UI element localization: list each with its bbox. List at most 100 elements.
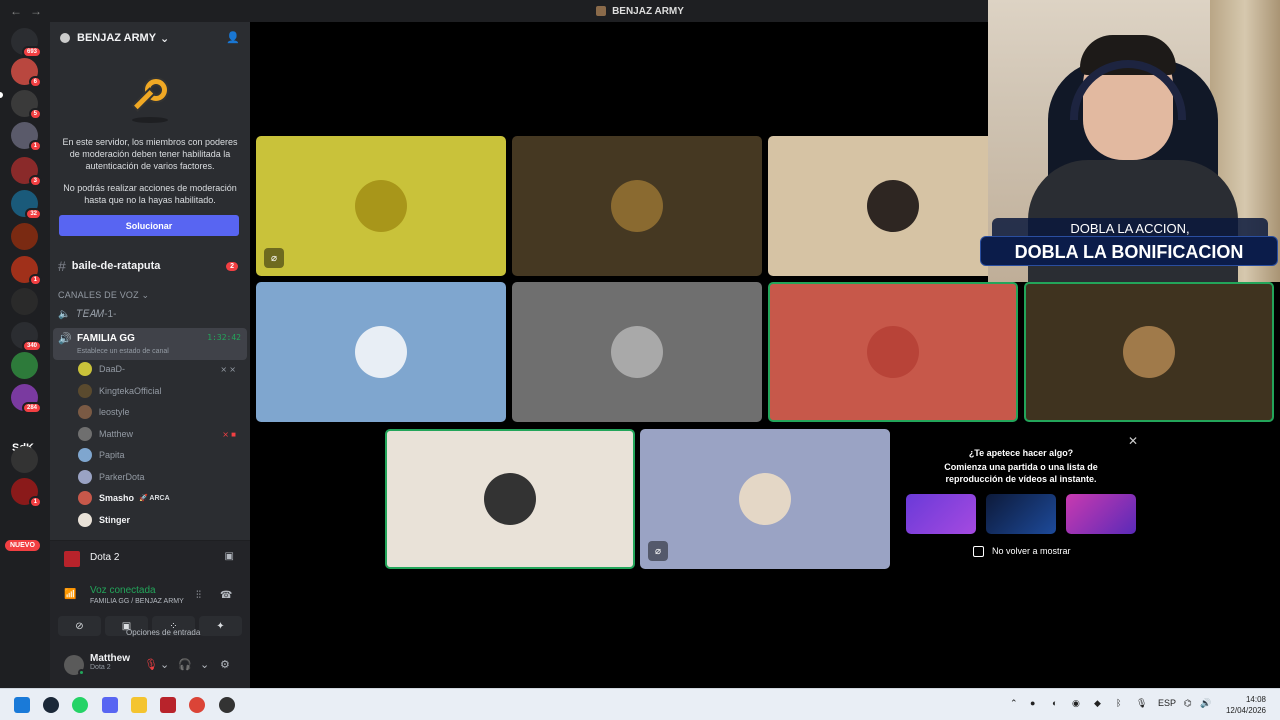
chevron-down-icon: ⌄ [160, 32, 170, 45]
stream-game-icon[interactable]: ▣ [225, 551, 234, 562]
video-tile[interactable] [512, 136, 762, 276]
user-status: Dota 2 [90, 664, 111, 671]
video-tile[interactable] [512, 282, 762, 422]
steam-icon[interactable] [43, 697, 59, 713]
app-icon[interactable] [219, 697, 235, 713]
voice-member[interactable]: Smasho 🚀 ARCA [78, 489, 242, 507]
voice-member[interactable]: Matthew ⨯ ■ [78, 425, 242, 443]
activity-prompt: ✕ ¿Te apetece hacer algo? Comienza una p… [896, 428, 1146, 568]
video-tile-speaking[interactable] [385, 429, 635, 569]
camera-off-icon[interactable]: ⊘ [58, 616, 101, 636]
server-avatar-8[interactable] [11, 288, 38, 315]
microphone-icon[interactable]: 🎙 [1136, 698, 1147, 709]
volume-icon[interactable]: 🔊 [1200, 698, 1211, 709]
chevron-down-icon[interactable]: ⌄ [200, 658, 209, 671]
voice-member[interactable]: ParkerDota [78, 468, 242, 486]
server-avatar-6[interactable] [11, 223, 38, 250]
file-explorer-icon[interactable] [131, 697, 147, 713]
voice-member[interactable]: Papita [78, 446, 242, 464]
rail-badge: 1 [28, 496, 42, 508]
start-icon[interactable] [14, 697, 30, 713]
windows-taskbar: ⌃ ● ◐ ◉ ◆ ᛒ 🎙 ESP ⌬ 🔊 14:08 12/04/2026 [0, 688, 1280, 720]
video-tile[interactable]: ⌀ [256, 136, 506, 276]
whatsapp-icon[interactable] [72, 697, 88, 713]
fix-button[interactable]: Solucionar [59, 215, 239, 236]
server-header[interactable]: BENJAZ ARMY ⌄ 👤 [50, 22, 250, 54]
server-avatar-10[interactable]: 284 [11, 384, 42, 414]
tray-icon[interactable]: ◆ [1094, 698, 1101, 709]
member-tag: 🚀 ARCA [139, 494, 170, 502]
voice-connected-label[interactable]: Voz conectada [90, 585, 156, 596]
server-name: BENJAZ ARMY [77, 32, 157, 44]
video-tile[interactable]: ⌀ [640, 429, 890, 569]
server-avatar-11[interactable] [11, 446, 38, 473]
server-avatar-2[interactable]: 5 [11, 90, 42, 120]
server-folder-1[interactable]: 340 [11, 322, 42, 352]
network-icon[interactable]: ⌬ [1184, 698, 1192, 709]
server-avatar-1[interactable]: 6 [11, 58, 42, 88]
voice-member[interactable]: KingtekaOfficial [78, 382, 242, 400]
chevron-up-icon[interactable]: ⌃ [1010, 698, 1018, 709]
new-badge[interactable]: NUEVO [5, 540, 40, 551]
text-channel[interactable]: # baile-de-rataputa 2 [58, 256, 242, 276]
disconnect-icon[interactable]: ☎ [220, 590, 232, 601]
soundboard-icon[interactable]: ✦ [199, 616, 242, 636]
active-voice-channel[interactable]: 🔊 FAMILIA GG 1:32:42 Establece un estado… [53, 328, 247, 360]
voice-member[interactable]: Stinger [78, 511, 242, 529]
voice-category[interactable]: CANALES DE VOZ ⌄ [58, 290, 149, 301]
rocket-icon: 🚀 [139, 495, 148, 502]
noise-suppression-icon[interactable]: ⫶⫶ [196, 590, 201, 601]
settings-gear-icon[interactable]: ⚙ [220, 658, 230, 671]
tray-icon[interactable]: ◐ [1052, 698, 1057, 708]
channel-status-prompt[interactable]: Establece un estado de canal [77, 348, 169, 355]
signal-icon[interactable]: 📶 [64, 589, 76, 600]
chevron-down-icon[interactable]: ⌄ [160, 658, 169, 671]
video-tile-speaking[interactable] [768, 282, 1018, 422]
dota-taskbar-icon[interactable] [160, 697, 176, 713]
member-tag-text: ARCA [149, 495, 170, 502]
activity-thumbnail-rythm[interactable] [986, 494, 1056, 534]
voice-channel-name: 𝑇𝐸𝐴𝑀-1- [76, 309, 117, 320]
server-avatar-7[interactable]: 1 [11, 256, 42, 286]
voice-location[interactable]: FAMILIA GG / BENJAZ ARMY [90, 598, 184, 605]
activity-thumbnail-valorant[interactable] [1066, 494, 1136, 534]
date: 12/04/2026 [1225, 706, 1266, 715]
server-avatar-4[interactable]: 3 [11, 157, 42, 187]
tray-icon[interactable]: ● [1030, 698, 1035, 708]
user-name[interactable]: Matthew [90, 653, 130, 664]
user-panel: Matthew Dota 2 🎙 ⌄ 🎧 ⌄ ⚙ [50, 646, 250, 688]
back-arrow-icon[interactable]: ← [10, 4, 22, 18]
server-avatar-5[interactable]: 32 [11, 190, 42, 220]
close-icon[interactable]: ✕ [1128, 434, 1138, 448]
voice-channel-team[interactable]: 🔈 𝑇𝐸𝐴𝑀-1- [58, 309, 116, 320]
voice-category-label: CANALES DE VOZ [58, 290, 139, 300]
video-tile-speaking[interactable] [1024, 282, 1274, 422]
member-name: Matthew [99, 429, 134, 439]
chrome-icon[interactable] [189, 697, 205, 713]
invite-user-icon[interactable]: 👤 [226, 31, 240, 44]
server-avatar-3[interactable]: 1 [11, 122, 42, 152]
key-icon [131, 77, 169, 123]
avatar [78, 513, 92, 527]
voice-member[interactable]: leostyle [78, 403, 242, 421]
game-name: Dota 2 [90, 552, 120, 563]
mfa-text-1: En este servidor, los miembros con poder… [62, 137, 238, 171]
clock[interactable]: 14:08 12/04/2026 [1226, 694, 1266, 716]
headphones-icon[interactable]: 🎧 [178, 658, 192, 671]
discord-icon[interactable] [102, 697, 118, 713]
hash-icon: # [58, 258, 66, 274]
video-tile[interactable] [256, 282, 506, 422]
mic-muted-icon[interactable]: 🎙 [144, 658, 158, 671]
server-avatar-12[interactable]: 1 [11, 478, 42, 508]
activity-thumbnail-nitro[interactable] [906, 494, 976, 534]
lang-indicator[interactable]: ESP [1158, 698, 1176, 708]
discord-home-icon[interactable]: 693 [11, 28, 42, 58]
server-avatar-9[interactable] [11, 352, 38, 379]
steam-tray-icon[interactable]: ◉ [1072, 698, 1080, 709]
bluetooth-icon[interactable]: ᛒ [1116, 698, 1121, 708]
game-activity[interactable]: Dota 2 ▣ [50, 540, 250, 576]
dont-show-checkbox[interactable] [973, 546, 984, 557]
avatar [867, 180, 919, 232]
voice-member[interactable]: DaaD- ⨯ ⨯ [78, 360, 242, 378]
forward-arrow-icon[interactable]: → [30, 4, 42, 18]
